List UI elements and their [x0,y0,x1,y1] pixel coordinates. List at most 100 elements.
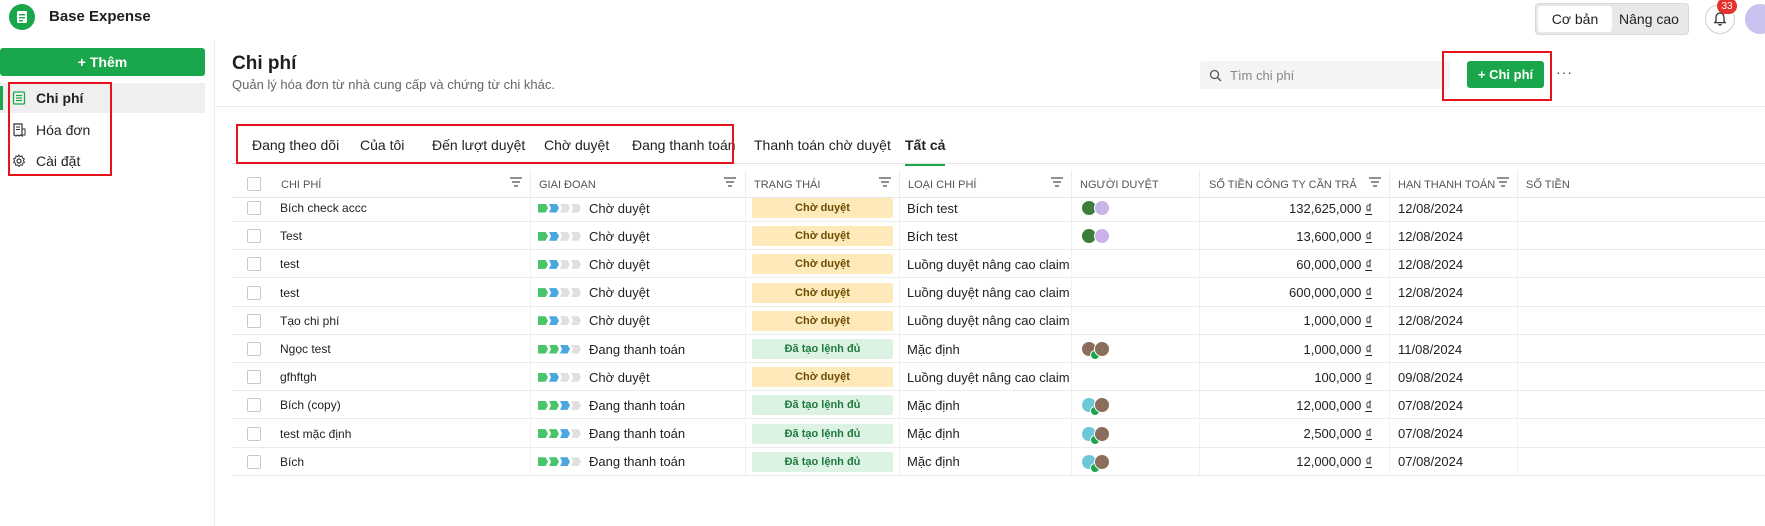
row-checkbox[interactable] [247,201,261,215]
cell-divider [1517,278,1518,307]
approvers[interactable] [1081,448,1110,476]
expense-name[interactable]: test [280,250,299,278]
table-row[interactable]: gfhftgh Chờ duyệt Chờ duyệt Luồng duyệt nân… [232,363,1765,392]
column-header-amount[interactable]: SỐ TIỀN [1526,179,1570,191]
table-row[interactable]: Bích check accc Chờ duyệt Chờ duyệt Bích te… [232,194,1765,222]
column-header-stage[interactable]: GIAI ĐOẠN [539,179,596,191]
sidebar-item-settings[interactable]: Cài đặt [0,146,205,176]
column-header-expense[interactable]: CHI PHÍ [281,179,321,191]
more-options-button[interactable]: ··· [1556,64,1573,80]
approver-avatar[interactable] [1094,397,1110,414]
new-expense-button[interactable]: + Chi phí [1467,61,1544,88]
tab-pending-approval[interactable]: Chờ duyệt [544,137,609,153]
status-cell: Đã tạo lệnh đủ [752,391,893,419]
filter-icon[interactable] [1050,176,1064,188]
column-header-company-amount[interactable]: SỐ TIỀN CÔNG TY CẦN TRẢ [1209,179,1357,191]
approvers[interactable] [1081,335,1110,363]
due-date: 12/08/2024 [1398,228,1464,244]
tab-following[interactable]: Đang theo dõi [252,137,339,153]
filter-icon[interactable] [878,176,892,188]
expense-name[interactable]: Bích check accc [280,194,367,222]
app-name[interactable]: Base Expense [49,8,151,25]
column-header-status[interactable]: TRẠNG THÁI [754,179,820,191]
approver-avatar[interactable] [1094,228,1110,245]
mode-basic-button[interactable]: Cơ bản [1538,6,1612,32]
currency-symbol: ₫ [1365,285,1372,301]
add-button[interactable]: + Thêm [0,48,205,76]
mode-advanced-button[interactable]: Nâng cao [1612,6,1686,32]
expense-name[interactable]: Test [280,222,302,250]
approvers[interactable] [1081,222,1110,250]
stage-progress [538,316,581,326]
row-checkbox[interactable] [247,370,261,385]
tab-all[interactable]: Tất cả [905,137,946,166]
row-checkbox[interactable] [247,426,261,441]
table-row[interactable]: Bích Đang thanh toán Đã tạo lệnh đủ Mặc địn… [232,447,1765,476]
row-checkbox[interactable] [247,454,261,469]
approver-avatar[interactable] [1094,453,1110,470]
filter-icon[interactable] [509,176,523,188]
row-checkbox[interactable] [247,313,261,328]
sidebar-item-expenses[interactable]: Chi phí [0,83,205,113]
cell-divider [745,447,746,476]
column-header-approver[interactable]: NGƯỜI DUYỆT [1080,179,1159,191]
table-row[interactable]: test Chờ duyệt Chờ duyệt Luồng duyệt nâng c… [232,250,1765,279]
filter-icon[interactable] [1368,176,1382,188]
expense-name[interactable]: Tạo chi phí [280,307,339,335]
amount-value: 12,000,000 [1296,397,1362,413]
expense-name[interactable]: Bích [280,448,304,476]
search-input[interactable] [1230,67,1430,83]
select-all-checkbox[interactable] [247,177,261,191]
table-row[interactable]: Ngọc test Đang thanh toán Đã tạo lệnh đủ Mặ… [232,335,1765,363]
table-row[interactable]: test Chờ duyệt Chờ duyệt Luồng duyệt nâng c… [232,278,1765,307]
company-amount: 600,000,000 ₫ [1209,279,1372,307]
expense-name[interactable]: gfhftgh [280,363,317,391]
tab-paying[interactable]: Đang thanh toán [632,137,736,153]
approvers[interactable] [1081,194,1110,222]
expense-name[interactable]: Ngọc test [280,335,331,363]
row-checkbox[interactable] [247,229,261,244]
approvers[interactable] [1081,391,1110,419]
approver-avatar[interactable] [1094,200,1110,216]
table-row[interactable]: Tạo chi phí Chờ duyệt Chờ duyệt Luồng duyệt… [232,306,1765,335]
cell-divider [745,419,746,448]
company-amount: 132,625,000 ₫ [1209,194,1372,222]
approver-avatar[interactable] [1094,341,1110,357]
cell-divider [1071,335,1072,363]
row-checkbox[interactable] [247,342,261,356]
expense-name[interactable]: Bích (copy) [280,391,341,419]
stage-label: Chờ duyệt [589,313,650,329]
top-bar: Base Expense Cơ bản Nâng cao 33 [0,0,1765,36]
table-row[interactable]: Test Chờ duyệt Chờ duyệt Bích test 13,600,00… [232,222,1765,251]
tab-my-turn-approve[interactable]: Đến lượt duyệt [432,137,525,153]
user-avatar[interactable] [1745,4,1765,34]
row-checkbox[interactable] [247,257,261,272]
expense-name[interactable]: test mặc định [280,420,351,448]
stage-label: Đang thanh toán [589,397,686,413]
column-header-type[interactable]: LOẠI CHI PHÍ [908,179,976,191]
filter-icon[interactable] [1496,176,1510,188]
row-checkbox[interactable] [247,285,261,300]
expense-name[interactable]: test [280,279,299,307]
cell-divider [1199,278,1200,307]
status-cell: Chờ duyệt [752,222,893,250]
table-row[interactable]: Bích (copy) Đang thanh toán Đã tạo lệnh đủ… [232,391,1765,420]
filter-icon[interactable] [723,176,737,188]
stage-cell: Đang thanh toán [538,335,685,363]
column-header-due-date[interactable]: HẠN THANH TOÁN [1398,179,1495,191]
cell-divider [899,419,900,448]
tab-payment-pending-approval[interactable]: Thanh toán chờ duyệt [754,137,891,153]
tab-mine[interactable]: Của tôi [360,137,404,153]
cell-divider [1517,447,1518,476]
stage-cell: Chờ duyệt [538,363,650,391]
approvers[interactable] [1081,420,1110,448]
cell-divider [1389,391,1390,420]
sidebar-item-invoices[interactable]: Hóa đơn [0,115,205,145]
table-row[interactable]: test mặc định Đang thanh toán Đã tạo lệnh … [232,419,1765,448]
approver-avatar[interactable] [1094,425,1110,442]
cell-divider [530,335,531,363]
app-logo-icon[interactable] [9,4,35,30]
cell-divider [1071,306,1072,335]
cell-divider [745,306,746,335]
row-checkbox[interactable] [247,398,261,413]
